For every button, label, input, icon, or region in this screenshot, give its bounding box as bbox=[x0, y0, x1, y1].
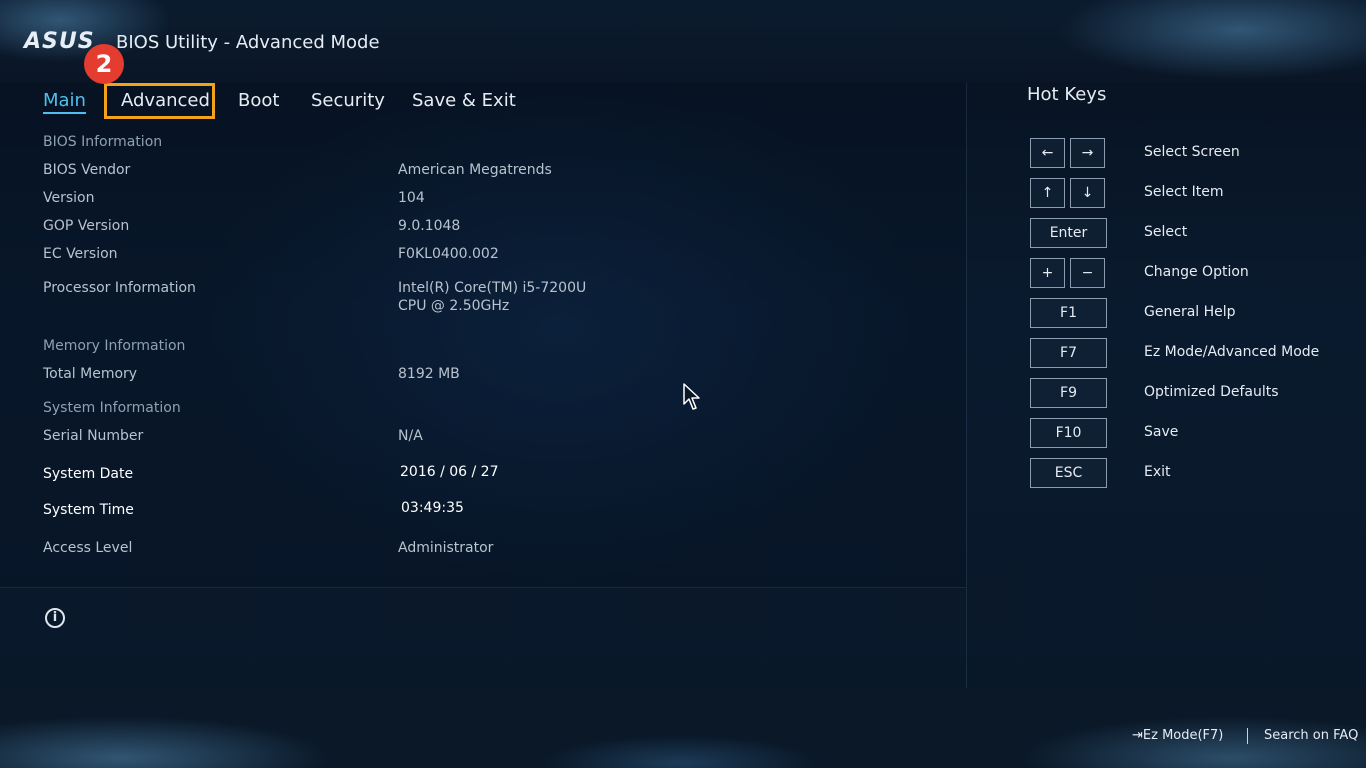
system-date-value[interactable]: 2016 / 06 / 27 bbox=[400, 463, 499, 481]
plus-key: + bbox=[1030, 258, 1065, 288]
f10-key: F10 bbox=[1030, 418, 1107, 448]
hotkey-desc-select-item: Select Item bbox=[1144, 184, 1224, 200]
hotkeys-title: Hot Keys bbox=[1027, 84, 1107, 105]
right-arrow-key: → bbox=[1070, 138, 1105, 168]
ez-mode-button[interactable]: ⇥Ez Mode(F7) bbox=[1132, 728, 1223, 743]
processor-info-value-line1: Intel(R) Core(TM) i5-7200U bbox=[398, 280, 587, 296]
ec-version-value: F0KL0400.002 bbox=[398, 246, 499, 262]
f1-key: F1 bbox=[1030, 298, 1107, 328]
bios-vendor-label: BIOS Vendor bbox=[43, 162, 131, 178]
ec-version-label: EC Version bbox=[43, 246, 118, 262]
system-info-heading: System Information bbox=[43, 400, 181, 416]
memory-info-heading: Memory Information bbox=[43, 338, 186, 354]
info-icon: i bbox=[45, 608, 65, 628]
gop-version-label: GOP Version bbox=[43, 218, 130, 234]
left-arrow-key: ← bbox=[1030, 138, 1065, 168]
down-arrow-key: ↓ bbox=[1070, 178, 1105, 208]
gop-version-value: 9.0.1048 bbox=[398, 218, 461, 234]
bios-vendor-value: American Megatrends bbox=[398, 162, 552, 178]
processor-info-label: Processor Information bbox=[43, 280, 196, 296]
up-arrow-key: ↑ bbox=[1030, 178, 1065, 208]
advanced-tab-highlight bbox=[104, 83, 215, 119]
hotkey-desc-general-help: General Help bbox=[1144, 304, 1236, 320]
hotkey-desc-ez-mode: Ez Mode/Advanced Mode bbox=[1144, 344, 1320, 360]
hotkey-desc-select: Select bbox=[1144, 224, 1188, 240]
search-faq-link[interactable]: Search on FAQ bbox=[1264, 728, 1358, 743]
version-label: Version bbox=[43, 190, 95, 206]
hotkey-desc-save: Save bbox=[1144, 424, 1179, 440]
hotkey-desc-exit: Exit bbox=[1144, 464, 1171, 480]
app-title: BIOS Utility - Advanced Mode bbox=[116, 32, 380, 53]
main-panel bbox=[0, 82, 966, 588]
esc-key: ESC bbox=[1030, 458, 1107, 488]
serial-number-label: Serial Number bbox=[43, 428, 144, 444]
f7-key: F7 bbox=[1030, 338, 1107, 368]
access-level-label: Access Level bbox=[43, 540, 133, 556]
system-date-label: System Date bbox=[43, 466, 134, 482]
panel-divider bbox=[966, 82, 967, 688]
tab-save-exit[interactable]: Save & Exit bbox=[412, 90, 516, 111]
processor-info-value-line2: CPU @ 2.50GHz bbox=[398, 298, 510, 314]
footer-divider bbox=[1247, 728, 1248, 744]
total-memory-value: 8192 MB bbox=[398, 366, 460, 382]
system-time-value[interactable]: 03:49:35 bbox=[401, 499, 464, 517]
f9-key: F9 bbox=[1030, 378, 1107, 408]
serial-number-value: N/A bbox=[398, 428, 423, 444]
tab-main[interactable]: Main bbox=[43, 90, 86, 114]
bios-info-heading: BIOS Information bbox=[43, 134, 163, 150]
tab-security[interactable]: Security bbox=[311, 90, 385, 111]
step-badge: 2 bbox=[84, 44, 124, 84]
asus-logo: ASUS bbox=[24, 29, 95, 54]
system-time-label: System Time bbox=[43, 502, 134, 518]
hotkey-desc-select-screen: Select Screen bbox=[1144, 144, 1240, 160]
hotkey-desc-change-option: Change Option bbox=[1144, 264, 1249, 280]
minus-key: − bbox=[1070, 258, 1105, 288]
hotkey-desc-optimized-defaults: Optimized Defaults bbox=[1144, 384, 1279, 400]
tab-boot[interactable]: Boot bbox=[238, 90, 279, 111]
version-value: 104 bbox=[398, 190, 425, 206]
enter-key: Enter bbox=[1030, 218, 1107, 248]
total-memory-label: Total Memory bbox=[43, 366, 138, 382]
mouse-pointer-icon bbox=[683, 383, 700, 410]
access-level-value: Administrator bbox=[398, 540, 494, 556]
